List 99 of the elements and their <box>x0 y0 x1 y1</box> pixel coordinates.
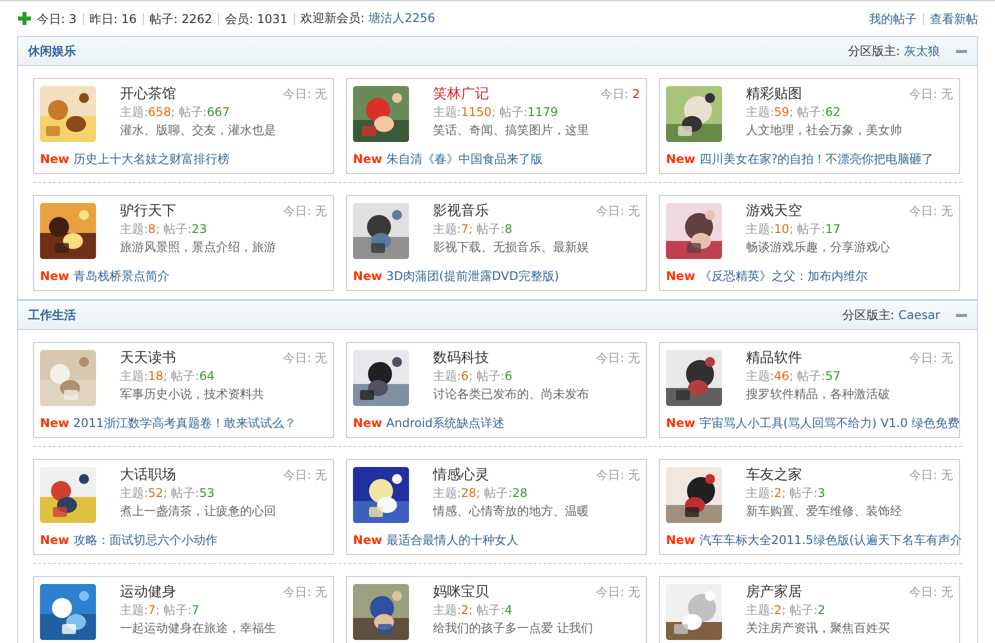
today-count: 今日: 无 <box>283 584 327 600</box>
forum-stats: 主题:6; 帖子:6 <box>433 368 514 384</box>
new-label: New <box>40 416 70 430</box>
forum-name[interactable]: 情感心灵 <box>433 467 489 483</box>
moderator-label: 分区版主: <box>848 42 900 60</box>
forum-description: 煮上一盏清茶，让疲惫的心回 <box>120 503 277 519</box>
forum-name[interactable]: 天天读书 <box>120 350 176 366</box>
forum-name[interactable]: 运动健身 <box>120 584 176 600</box>
forum-stats: 主题:2; 帖子:4 <box>433 602 514 618</box>
moderator-label: 分区版主: <box>842 306 894 324</box>
today-count: 今日: 无 <box>283 86 327 102</box>
latest-post-link[interactable]: 《反恐精英》之父：加布内维尔 <box>699 269 868 283</box>
forum-description: 灌水、版聊、交友，灌水也是 <box>120 122 277 138</box>
moderator-link[interactable]: Caesar <box>898 308 940 322</box>
today-count: 今日: 无 <box>596 350 640 366</box>
today-count: 今日: 无 <box>909 350 953 366</box>
forum-name[interactable]: 房产家居 <box>746 584 802 600</box>
forum-stats: 主题:7; 帖子:8 <box>433 221 514 237</box>
forum-stats: 主题:10; 帖子:17 <box>746 221 842 237</box>
latest-post-link[interactable]: Android系统缺点详述 <box>386 416 505 430</box>
forum-description: 新车购置、爱车维修、装饰经 <box>746 503 903 519</box>
forum-stats: 主题:2; 帖子:2 <box>746 602 826 618</box>
new-label: New <box>353 152 382 166</box>
latest-post-link[interactable]: 2011浙江数学高考真题卷！敢来试试么？ <box>73 416 296 430</box>
stat-text: 昨日: 16 <box>84 12 144 24</box>
forum-description: 军事历史小说，技术资料共 <box>120 386 265 402</box>
forum-stats: 主题:46; 帖子:57 <box>746 368 842 384</box>
forum-name[interactable]: 精彩贴图 <box>746 86 802 102</box>
forum-name[interactable]: 大话职场 <box>120 467 176 483</box>
forum-name[interactable]: 笑林广记 <box>433 86 489 102</box>
moderator-link[interactable]: 灰太狼 <box>904 42 940 60</box>
stat-text: 今日: 3 <box>37 12 84 24</box>
today-count: 今日: 无 <box>909 467 953 483</box>
forum-stats: 主题:28; 帖子:28 <box>433 485 529 501</box>
forum-stats: 主题:59; 帖子:62 <box>746 104 842 120</box>
section-title: 工作生活 <box>28 306 76 324</box>
latest-post-link[interactable]: 3D肉蒲团(提前泄露DVD完整版) <box>386 269 559 283</box>
new-label: New <box>353 533 382 547</box>
today-count: 今日: 无 <box>909 203 953 219</box>
today-count: 今日: 无 <box>596 584 640 600</box>
forum-name[interactable]: 游戏天空 <box>746 203 802 219</box>
plus-icon[interactable] <box>18 12 31 25</box>
today-count: 今日: 无 <box>909 584 953 600</box>
forum-description: 笑话、奇闻、搞笑图片，这里 <box>433 122 590 138</box>
stat-text: 帖子: 2262 <box>144 12 220 24</box>
today-count: 今日: 无 <box>283 350 327 366</box>
forum-stats: 主题:8; 帖子:23 <box>120 221 208 237</box>
new-label: New <box>666 269 696 283</box>
today-count: 今日: 无 <box>909 86 953 102</box>
forum-description: 给我们的孩子多一点爱 让我们 <box>433 620 594 636</box>
forum-description: 关注房产资讯，聚焦百姓买 <box>746 620 891 636</box>
new-label: New <box>666 416 696 430</box>
new-label: New <box>40 152 70 166</box>
new-label: New <box>666 533 696 547</box>
today-count: 今日: 无 <box>596 203 640 219</box>
forum-stats: 主题:1150; 帖子:1179 <box>433 104 560 120</box>
latest-post-link[interactable]: 四川美女在家?的自拍！不漂亮你把电脑砸了 <box>699 152 934 166</box>
forum-stats: 主题:2; 帖子:3 <box>746 485 826 501</box>
forum-description: 情感、心情寄放的地方、温暖 <box>433 503 590 519</box>
forum-description: 搜罗软件精品，各种激活破 <box>746 386 891 402</box>
forum-name[interactable]: 数码科技 <box>433 350 489 366</box>
new-label: New <box>40 269 70 283</box>
forum-stats: 主题:658; 帖子:667 <box>120 104 231 120</box>
new-label: New <box>666 152 696 166</box>
forum-description: 人文地理，社会万象，美女帅 <box>746 122 903 138</box>
forum-name[interactable]: 车友之家 <box>746 467 802 483</box>
today-count: 今日: 无 <box>596 467 640 483</box>
latest-post-link[interactable]: 历史上十大名妓之财富排行榜 <box>73 152 230 166</box>
latest-post-link[interactable]: 青岛栈桥景点简介 <box>73 269 170 283</box>
section-title: 休闲娱乐 <box>28 42 76 60</box>
new-label: New <box>353 416 382 430</box>
forum-stats: 主题:52; 帖子:53 <box>120 485 216 501</box>
forum-description: 讨论各类已发布的、尚未发布 <box>433 386 590 402</box>
forum-name[interactable]: 影视音乐 <box>433 203 489 219</box>
top-link[interactable]: 查看新帖 <box>923 12 978 24</box>
latest-post-link[interactable]: 最适合最情人的十种女人 <box>386 533 518 547</box>
forum-stats: 主题:18; 帖子:64 <box>120 368 216 384</box>
stat-text: 会员: 1031 <box>219 12 295 24</box>
forum-description: 畅谈游戏乐趣，分享游戏心 <box>746 239 891 255</box>
forum-name[interactable]: 妈咪宝贝 <box>433 584 489 600</box>
latest-post-link[interactable]: 宇宙骂人小工具(骂人回骂不给力) V1.0 绿色免费 <box>699 416 960 430</box>
latest-post-link[interactable]: 汽车车标大全2011.5绿色版(认遍天下名车有声介 <box>699 533 962 547</box>
top-link[interactable]: 我的帖子 <box>863 12 923 24</box>
forum-description: 旅游风景照，景点介绍，旅游 <box>120 239 277 255</box>
welcome-label: 欢迎新会员: <box>300 10 365 27</box>
latest-post-link[interactable]: 攻略：面试切忌六个小动作 <box>73 533 218 547</box>
forum-name[interactable]: 精品软件 <box>746 350 802 366</box>
latest-post-link[interactable]: 朱自清《春》中国食品来了版 <box>386 152 542 166</box>
member-link[interactable]: 塘沽人2256 <box>368 10 436 27</box>
today-count: 今日: 无 <box>283 467 327 483</box>
forum-description: 影视下载、无损音乐、最新娱 <box>433 239 590 255</box>
forum-stats: 主题:7; 帖子:7 <box>120 602 200 618</box>
new-label: New <box>40 533 70 547</box>
new-label: New <box>353 269 382 283</box>
forum-name[interactable]: 开心茶馆 <box>120 86 176 102</box>
forum-description: 一起运动健身在旅途，幸福生 <box>120 620 277 636</box>
forum-name[interactable]: 驴行天下 <box>120 203 176 219</box>
today-count: 今日: 无 <box>283 203 327 219</box>
today-count: 今日: 2 <box>600 86 640 102</box>
